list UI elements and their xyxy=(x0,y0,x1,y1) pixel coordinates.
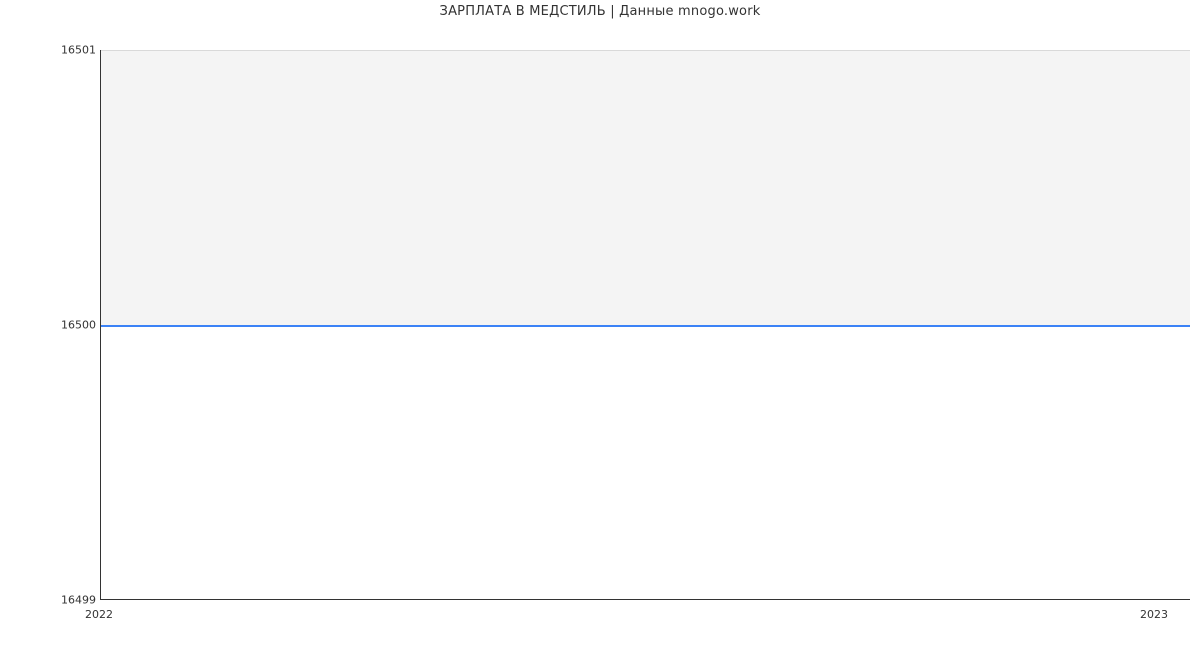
gridline xyxy=(100,50,1190,51)
area-fill xyxy=(100,50,1190,325)
axis-x xyxy=(100,599,1190,600)
x-tick-label: 2023 xyxy=(1140,608,1168,621)
plot-area xyxy=(100,50,1190,600)
series-line xyxy=(100,325,1190,327)
y-tick-label: 16499 xyxy=(16,594,96,607)
y-tick-label: 16501 xyxy=(16,44,96,57)
y-tick-label: 16500 xyxy=(16,319,96,332)
x-tick-label: 2022 xyxy=(85,608,113,621)
chart-container: ЗАРПЛАТА В МЕДСТИЛЬ | Данные mnogo.work … xyxy=(0,0,1200,650)
axis-y xyxy=(100,50,101,600)
chart-title: ЗАРПЛАТА В МЕДСТИЛЬ | Данные mnogo.work xyxy=(0,4,1200,19)
